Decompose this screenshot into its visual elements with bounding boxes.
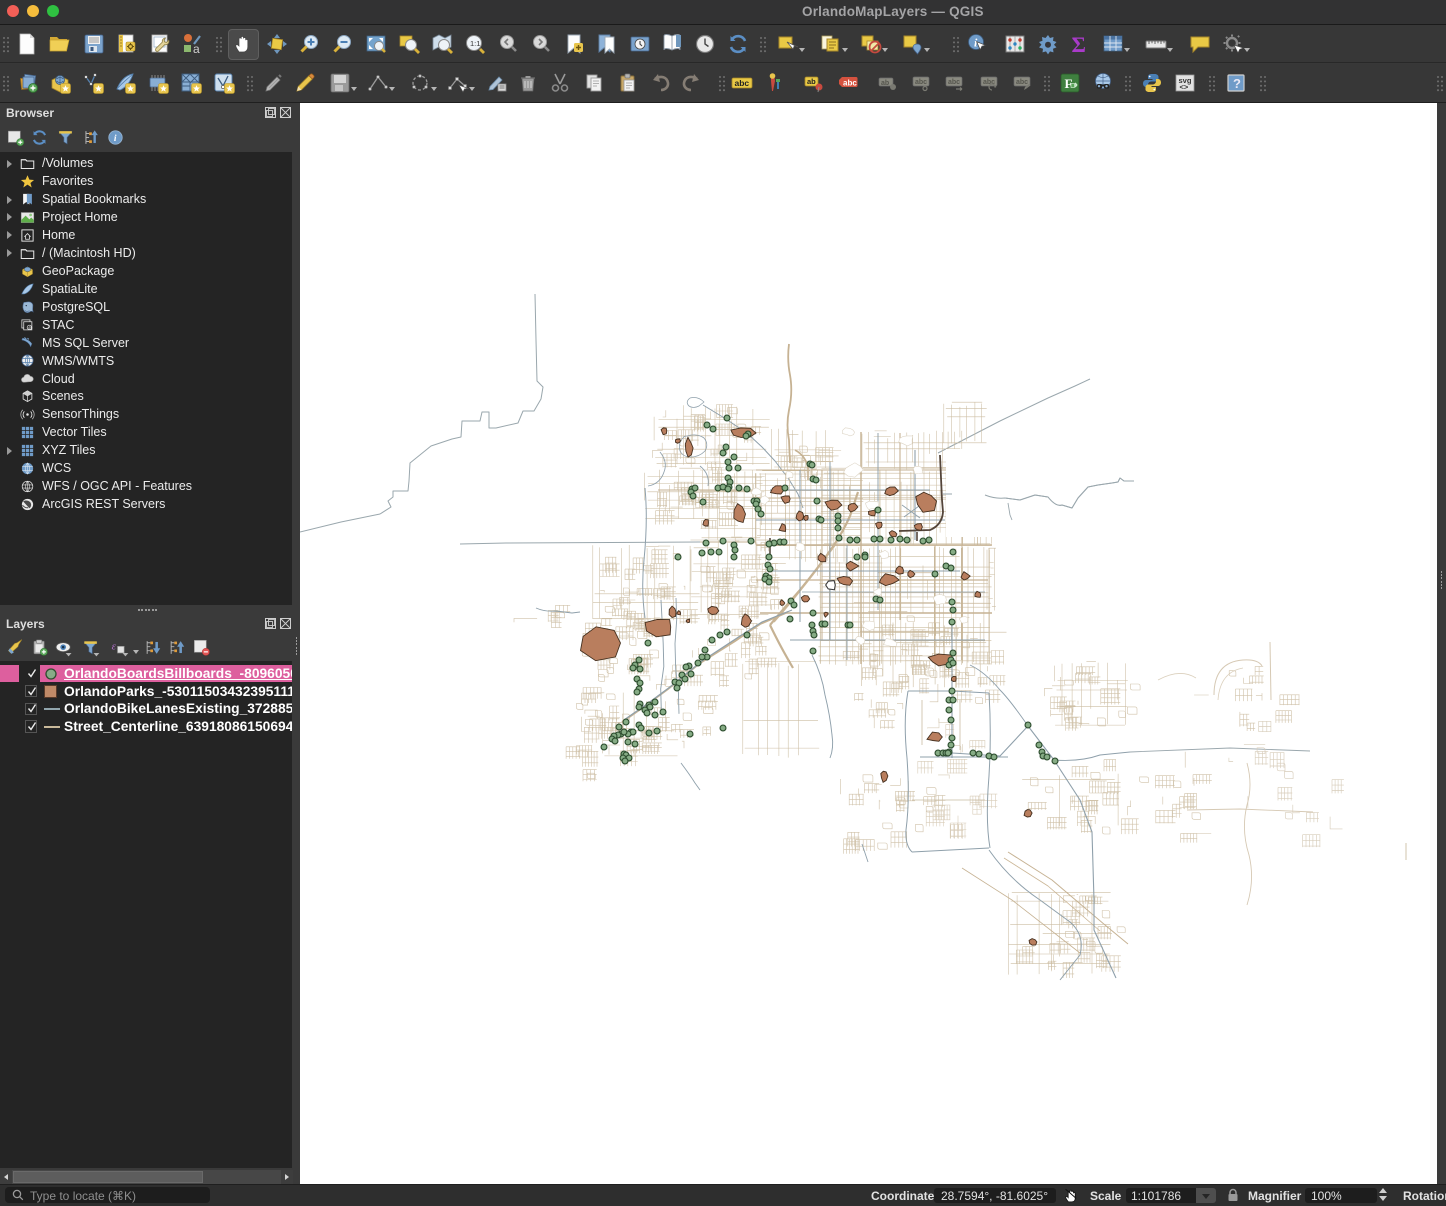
svg-text:ab: ab bbox=[881, 80, 889, 87]
svg-text:i: i bbox=[114, 134, 117, 144]
svg-text:<>: <> bbox=[1180, 83, 1189, 92]
svg-text:abc: abc bbox=[948, 79, 960, 86]
svg-text:ε: ε bbox=[112, 641, 117, 653]
svg-text:abc: abc bbox=[735, 78, 750, 88]
svg-text:a: a bbox=[193, 42, 200, 56]
svg-text:abc: abc bbox=[843, 79, 857, 88]
svg-text:@: @ bbox=[28, 325, 33, 330]
svg-text:abc: abc bbox=[1016, 79, 1028, 86]
svg-text:?: ? bbox=[1233, 76, 1241, 91]
svg-text:abc: abc bbox=[915, 79, 927, 86]
svg-text:Σ: Σ bbox=[1072, 32, 1086, 56]
svg-text:1:1: 1:1 bbox=[470, 39, 480, 48]
svg-text:ab: ab bbox=[807, 77, 816, 86]
